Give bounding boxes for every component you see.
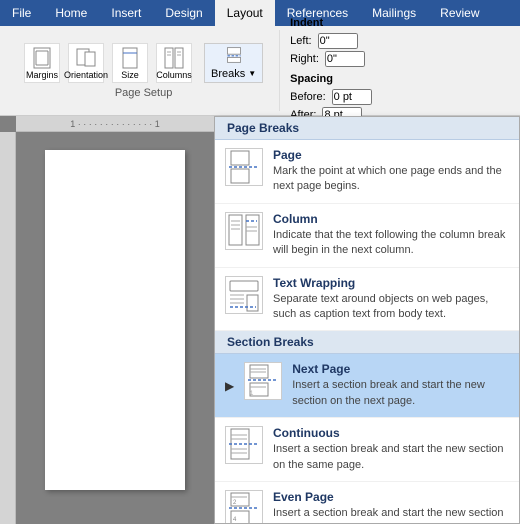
column-item-text: Column Indicate that the text following …: [273, 212, 509, 259]
page-breaks-header: Page Breaks: [215, 117, 519, 140]
page-item-desc: Mark the point at which one page ends an…: [273, 164, 509, 195]
page-setup-label: Page Setup: [115, 87, 173, 99]
menu-item-text-wrapping[interactable]: Text Wrapping Separate text around objec…: [215, 268, 519, 332]
tab-review[interactable]: Review: [428, 0, 491, 26]
page-ruler: 1 · · · · · · · · · · · · · · 1: [16, 116, 214, 132]
continuous-icon: [225, 426, 263, 464]
breaks-dropdown-panel: Page Breaks Page Mark the point at which…: [214, 116, 520, 524]
tab-layout[interactable]: Layout: [215, 0, 275, 26]
page-area: 1 · · · · · · · · · · · · · · 1: [0, 116, 214, 524]
indent-label: Indent: [290, 17, 371, 29]
columns-button[interactable]: Columns: [156, 43, 192, 83]
continuous-item-title: Continuous: [273, 426, 509, 440]
menu-item-page[interactable]: Page Mark the point at which one page en…: [215, 140, 519, 204]
indent-right-input[interactable]: [325, 51, 365, 67]
indent-left-input[interactable]: [318, 33, 358, 49]
page-setup-icons: Margins Orientation Size: [24, 43, 263, 83]
text-wrapping-item-title: Text Wrapping: [273, 276, 509, 290]
indent-spacing-group: Indent Left: Right: Spacing Before: Afte…: [280, 17, 381, 125]
page-setup-group: Margins Orientation Size: [8, 30, 280, 111]
text-wrapping-icon: [225, 276, 263, 314]
text-wrapping-item-text: Text Wrapping Separate text around objec…: [273, 276, 509, 323]
even-page-item-text: Even Page Insert a section break and sta…: [273, 490, 509, 524]
next-page-item-title: Next Page: [292, 362, 509, 376]
column-item-desc: Indicate that the text following the col…: [273, 228, 509, 259]
continuous-item-desc: Insert a section break and start the new…: [273, 442, 509, 473]
next-page-item-text: Next Page Insert a section break and sta…: [292, 362, 509, 409]
even-page-item-title: Even Page: [273, 490, 509, 504]
page-break-icon: [225, 148, 263, 186]
page-item-title: Page: [273, 148, 509, 162]
page-preview: [45, 150, 185, 490]
tab-file[interactable]: File: [0, 0, 43, 26]
menu-item-column[interactable]: Column Indicate that the text following …: [215, 204, 519, 268]
tab-home[interactable]: Home: [43, 0, 99, 26]
next-page-icon: 1: [244, 362, 282, 400]
spacing-before-input[interactable]: [332, 89, 372, 105]
margins-button[interactable]: Margins: [24, 43, 60, 83]
selected-arrow: ▶: [225, 379, 234, 393]
main-area: 1 · · · · · · · · · · · · · · 1 Page Bre…: [0, 116, 520, 524]
menu-item-next-page[interactable]: ▶ 1 Next Page Insert a section break and…: [215, 354, 519, 418]
even-page-icon: 2 4: [225, 490, 263, 524]
tab-design[interactable]: Design: [153, 0, 214, 26]
section-breaks-header: Section Breaks: [215, 331, 519, 354]
tab-insert[interactable]: Insert: [99, 0, 153, 26]
menu-item-continuous[interactable]: Continuous Insert a section break and st…: [215, 418, 519, 482]
ribbon: File Home Insert Design Layout Reference…: [0, 0, 520, 26]
orientation-button[interactable]: Orientation: [68, 43, 104, 83]
column-break-icon: [225, 212, 263, 250]
column-item-title: Column: [273, 212, 509, 226]
breaks-button[interactable]: Breaks ▼: [204, 43, 263, 83]
size-button[interactable]: Size: [112, 43, 148, 83]
page-item-text: Page Mark the point at which one page en…: [273, 148, 509, 195]
even-page-item-desc: Insert a section break and start the new…: [273, 506, 509, 524]
text-wrapping-item-desc: Separate text around objects on web page…: [273, 292, 509, 323]
side-ruler: [0, 132, 16, 524]
continuous-item-text: Continuous Insert a section break and st…: [273, 426, 509, 473]
breaks-dropdown-arrow: ▼: [248, 69, 256, 78]
spacing-label: Spacing: [290, 73, 371, 85]
menu-item-even-page[interactable]: 2 4 Even Page Insert a section break and…: [215, 482, 519, 524]
next-page-item-desc: Insert a section break and start the new…: [292, 378, 509, 409]
toolbar-area: Margins Orientation Size: [0, 26, 520, 116]
